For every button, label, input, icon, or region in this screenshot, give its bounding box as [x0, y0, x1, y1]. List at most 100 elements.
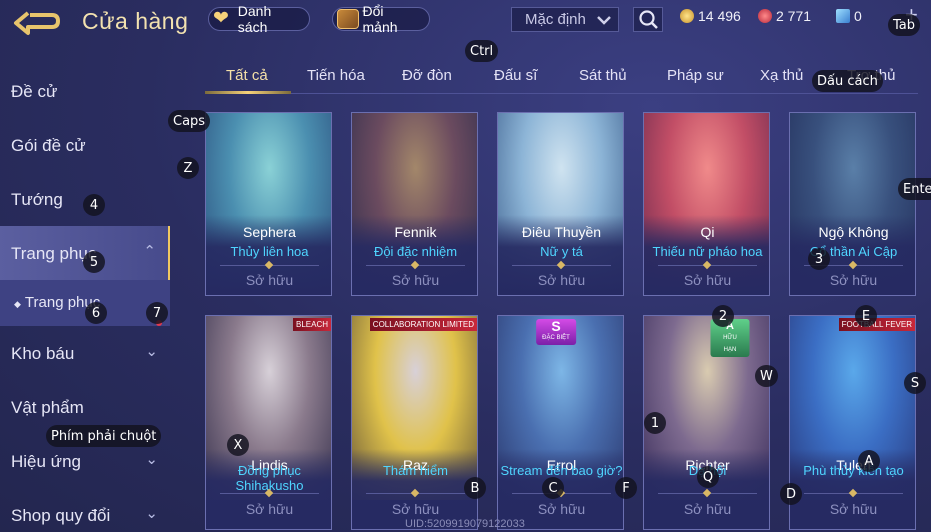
- skin-name: Phù thủy kiến tạo: [803, 463, 904, 478]
- red-gem-icon: [758, 9, 772, 23]
- key-hint-w: W: [755, 365, 778, 387]
- chevron-down-icon: ⌄: [145, 451, 158, 468]
- list-label: Danh sách: [237, 3, 272, 35]
- key-hint-2: 2: [712, 305, 734, 327]
- gem-currency: 2 771: [758, 8, 811, 24]
- skin-name: Thám hiểm: [382, 463, 449, 478]
- badge-label: ĐẶC BIỆT: [542, 335, 570, 341]
- gold-coin-icon: [680, 9, 694, 23]
- skin-name: Stream đến bao giờ?: [500, 463, 623, 478]
- skin-card[interactable]: Errol Stream đến bao giờ? Sở hữu S ĐẶC BIỆT: [497, 315, 624, 530]
- sort-dropdown[interactable]: Mặc định: [511, 7, 619, 32]
- voucher-icon: [836, 9, 850, 23]
- gold-currency: 14 496: [680, 8, 741, 24]
- chevron-down-icon: ⌄: [145, 343, 158, 360]
- fragment-chest-icon: [337, 9, 359, 29]
- key-hint-c: C: [542, 477, 564, 499]
- key-hint-a: A: [858, 450, 880, 472]
- skin-name: Nữ y tá: [540, 244, 583, 259]
- skin-card[interactable]: Điêu Thuyền Nữ y tá Sở hữu: [497, 112, 624, 296]
- skin-name: Thủy liên hoa: [230, 244, 309, 259]
- sidebar-item-skins[interactable]: Trang phục ⌃: [0, 226, 170, 280]
- key-hint-caps: Caps: [168, 110, 211, 132]
- user-id: UID:5209919079122033: [405, 518, 525, 530]
- sort-value: Mặc định: [525, 11, 586, 28]
- hero-name: Qi: [700, 224, 715, 240]
- sidebar-item-recommended[interactable]: Đề cử: [0, 64, 170, 118]
- owned-status: Sở hữu: [391, 272, 440, 288]
- back-arrow-icon[interactable]: [12, 10, 60, 36]
- skin-name: Thiếu nữ pháo hoa: [652, 244, 763, 259]
- card-divider: [366, 493, 465, 494]
- key-hint-ctrl: Ctrl: [465, 40, 499, 62]
- sidebar-item-exchange-shop[interactable]: Shop quy đổi ⌄: [0, 488, 170, 532]
- diamond-bullet-icon: ◆: [14, 299, 21, 309]
- hero-name: Điêu Thuyền: [521, 224, 602, 240]
- heart-icon: ❤: [213, 8, 229, 29]
- exchange-button[interactable]: Đổi mảnh: [332, 3, 430, 35]
- skin-card[interactable]: Qi Thiếu nữ pháo hoa Sở hữu: [643, 112, 770, 296]
- key-hint-z: Z: [177, 157, 199, 179]
- card-divider: [512, 265, 611, 266]
- tab-mage[interactable]: Pháp sư: [667, 67, 724, 84]
- tab-fighter[interactable]: Đấu sĩ: [494, 67, 537, 84]
- tab-all[interactable]: Tất cả: [226, 67, 268, 84]
- sidebar-item-label: Tướng: [11, 190, 63, 209]
- top-bar: Cửa hàng ❤ Danh sách Đổi mảnh Mặc định 1…: [0, 0, 931, 44]
- list-button[interactable]: ❤ Danh sách: [208, 3, 310, 35]
- role-tabs: Tất cả Tiến hóa Đỡ đòn Đấu sĩ Sát thủ Ph…: [205, 60, 918, 94]
- card-divider: [366, 265, 465, 266]
- key-hint-b: B: [464, 477, 486, 499]
- sidebar-item-label: Shop quy đổi: [11, 506, 111, 525]
- key-hint-x: X: [227, 434, 249, 456]
- owned-status: Sở hữu: [829, 501, 878, 517]
- owned-status: Sở hữu: [245, 272, 294, 288]
- owned-status: Sở hữu: [537, 501, 586, 517]
- skin-name: Đội đặc nhiệm: [373, 244, 458, 259]
- sidebar-item-recommended-packs[interactable]: Gói đề cử: [0, 118, 170, 172]
- search-icon: [639, 10, 658, 29]
- sidebar-subitem-skins[interactable]: ◆ Trang phục: [0, 280, 170, 326]
- collab-banner: FOOTBALL FEVER: [838, 318, 915, 331]
- skin-card[interactable]: Raz Thám hiểm Sở hữu COLLABORATION LIMITED: [351, 315, 478, 530]
- skin-card[interactable]: Tulen Phù thủy kiến tạo Sở hữu FOOTBALL FEV…: [789, 315, 916, 530]
- sidebar-item-treasure[interactable]: Kho báu ⌄: [0, 326, 170, 380]
- owned-status: Sở hữu: [391, 501, 440, 517]
- tab-marksman[interactable]: Xạ thủ: [760, 67, 803, 84]
- hero-name: Sephera: [243, 224, 296, 240]
- tab-evolution[interactable]: Tiến hóa: [307, 67, 365, 84]
- skin-card[interactable]: Lindis Đồng phục Shihakusho Sở hữu BLEACH: [205, 315, 332, 530]
- key-hint-q: Q: [697, 466, 719, 488]
- key-hint-3: 3: [808, 248, 830, 270]
- key-hint-right-click: Phím phải chuột: [46, 425, 162, 447]
- chevron-down-icon: ⌄: [145, 505, 158, 522]
- tab-tank[interactable]: Đỡ đòn: [402, 67, 452, 84]
- badge-label: HỮU HẠN: [723, 335, 737, 353]
- gem-amount: 2 771: [776, 8, 812, 24]
- skin-card[interactable]: Fennik Đội đặc nhiệm Sở hữu: [351, 112, 478, 296]
- skin-card[interactable]: Sephera Thủy liên hoa Sở hữu: [205, 112, 332, 296]
- owned-status: Sở hữu: [683, 272, 732, 288]
- key-hint-enter: Enter: [898, 178, 931, 200]
- collab-banner: COLLABORATION LIMITED: [369, 318, 477, 331]
- key-hint-tab: Tab: [888, 14, 921, 36]
- active-tab-underline: [205, 91, 291, 94]
- key-hint-6: 6: [85, 302, 107, 324]
- sidebar-item-label: Kho báu: [11, 344, 75, 363]
- search-button[interactable]: [633, 7, 663, 32]
- key-hint-5: 5: [83, 251, 105, 273]
- chevron-up-icon: ⌃: [143, 243, 156, 260]
- page-title: Cửa hàng: [82, 8, 189, 34]
- sidebar-item-label: Hiệu ứng: [11, 452, 81, 471]
- card-divider: [220, 493, 319, 494]
- owned-status: Sở hữu: [829, 272, 878, 288]
- key-hint-f: F: [615, 477, 637, 499]
- sidebar-item-label: Đề cử: [11, 82, 58, 101]
- tab-assassin[interactable]: Sát thủ: [579, 67, 627, 84]
- voucher-amount: 0: [854, 8, 862, 24]
- card-divider: [804, 493, 903, 494]
- key-hint-7: 7: [146, 302, 168, 324]
- owned-status: Sở hữu: [537, 272, 586, 288]
- key-hint-space: Dấu cách: [812, 70, 883, 92]
- skin-card[interactable]: Ngộ Không Cổ thần Ai Cập Sở hữu: [789, 112, 916, 296]
